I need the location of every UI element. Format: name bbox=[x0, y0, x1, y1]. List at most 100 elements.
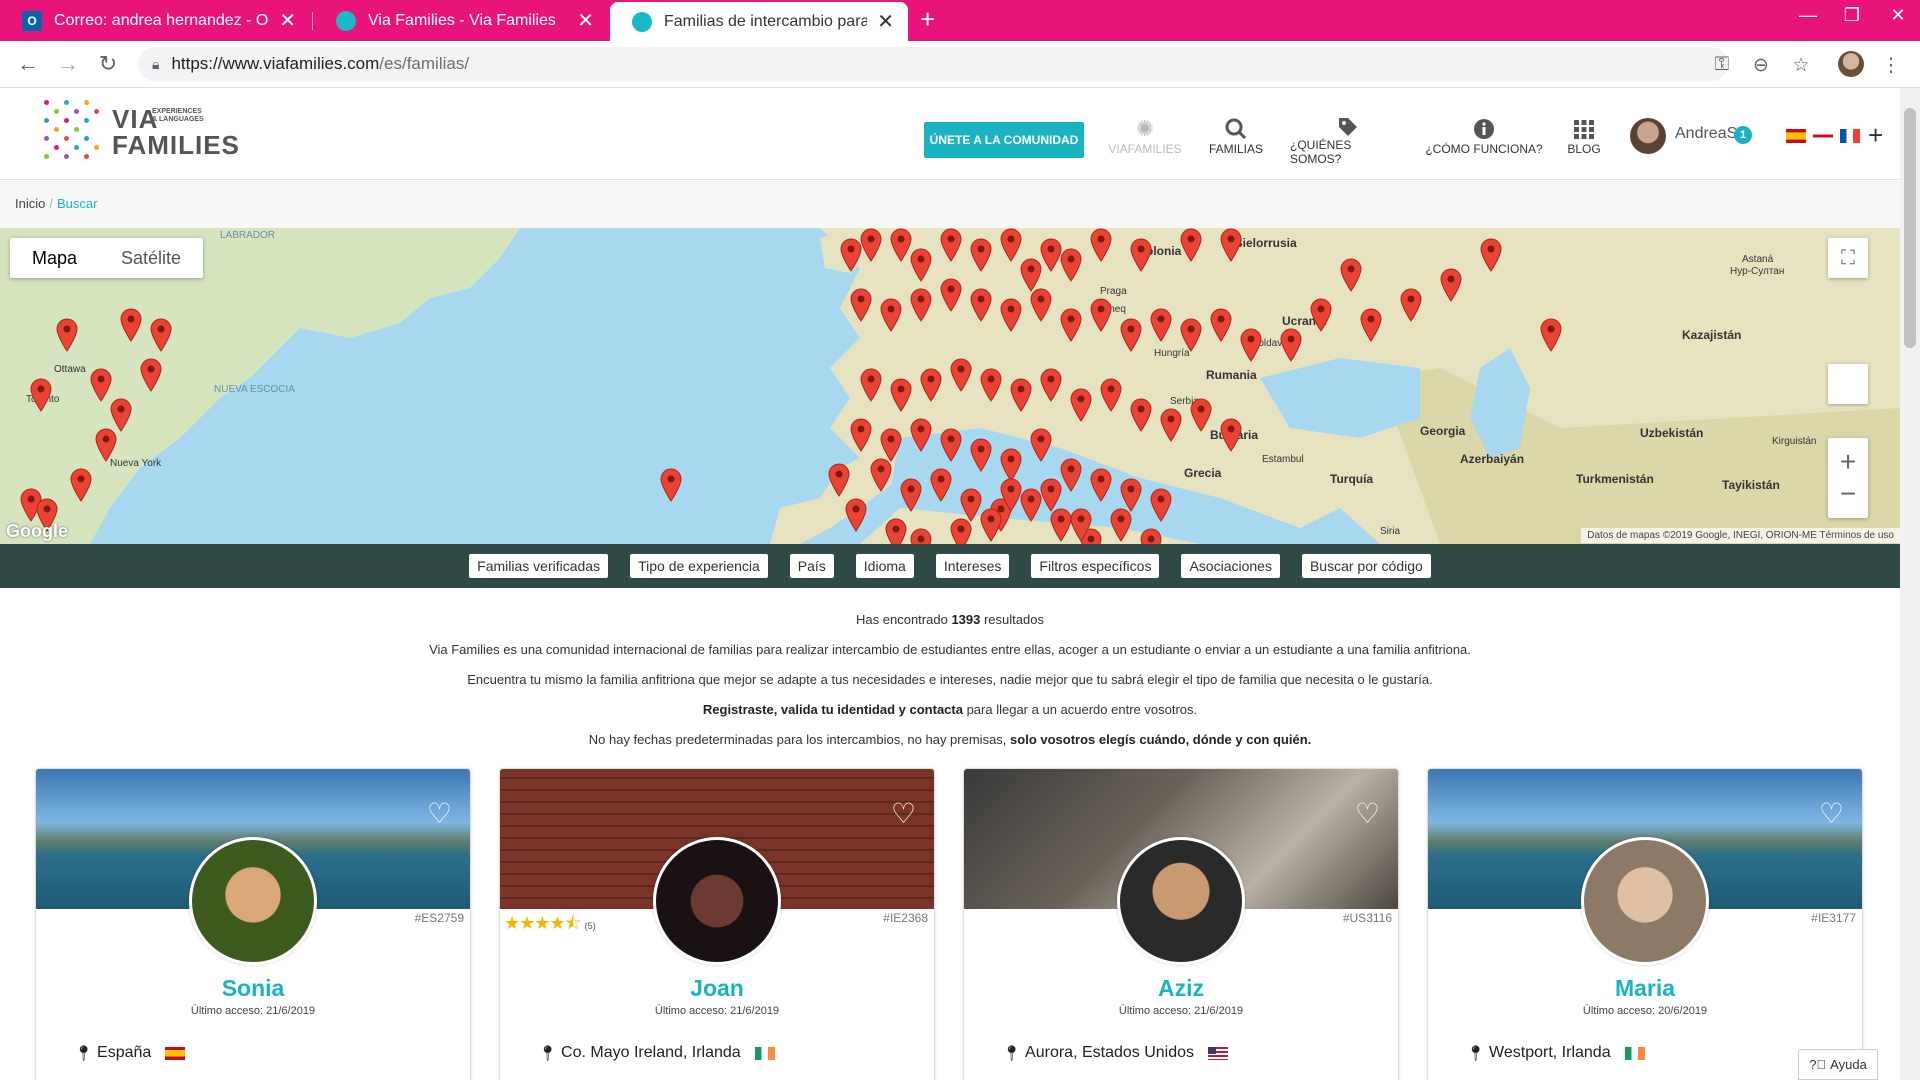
map-pin-icon[interactable] bbox=[1050, 508, 1072, 542]
notification-badge[interactable]: 1 bbox=[1734, 126, 1752, 144]
family-name[interactable]: Sonia bbox=[36, 975, 470, 1002]
family-name[interactable]: Maria bbox=[1428, 975, 1862, 1002]
family-avatar[interactable] bbox=[1117, 837, 1245, 965]
window-close-icon[interactable]: ✕ bbox=[1876, 0, 1920, 30]
map-pin-icon[interactable] bbox=[860, 368, 882, 402]
map-pin-icon[interactable] bbox=[1210, 308, 1232, 342]
map-pin-icon[interactable] bbox=[910, 248, 932, 282]
map-pin-icon[interactable] bbox=[1150, 308, 1172, 342]
map-pin-icon[interactable] bbox=[140, 358, 162, 392]
map-pin-icon[interactable] bbox=[1000, 228, 1022, 262]
map-pin-icon[interactable] bbox=[30, 378, 52, 412]
map-pin-icon[interactable] bbox=[930, 468, 952, 502]
map-pin-icon[interactable] bbox=[1140, 528, 1162, 544]
map-pin-icon[interactable] bbox=[910, 528, 932, 544]
join-community-button[interactable]: ÚNETE A LA COMUNIDAD bbox=[924, 122, 1084, 158]
filter-country-button[interactable]: País bbox=[789, 554, 834, 578]
map-pin-icon[interactable] bbox=[1120, 318, 1142, 352]
map-pin-icon[interactable] bbox=[850, 418, 872, 452]
map-pin-icon[interactable] bbox=[980, 368, 1002, 402]
map-pin-icon[interactable] bbox=[980, 508, 1002, 542]
url-field[interactable]: 🔒︎ https://www.viafamilies.com/es/famili… bbox=[138, 47, 1728, 81]
map-pin-icon[interactable] bbox=[1150, 488, 1172, 522]
map-pin-icon[interactable] bbox=[660, 468, 682, 502]
filter-specific-button[interactable]: Filtros específicos bbox=[1031, 554, 1160, 578]
map-pin-icon[interactable] bbox=[880, 298, 902, 332]
flag-france-icon[interactable] bbox=[1840, 129, 1860, 143]
map-pin-icon[interactable] bbox=[1090, 298, 1112, 332]
nav-blog[interactable]: BLOG bbox=[1560, 116, 1608, 166]
heart-icon[interactable]: ♡ bbox=[427, 797, 452, 830]
map-pin-icon[interactable] bbox=[1540, 318, 1562, 352]
nav-como-funciona[interactable]: ¿CÓMO FUNCIONA? bbox=[1422, 116, 1546, 166]
map-pin-icon[interactable] bbox=[940, 228, 962, 262]
flag-spain-icon[interactable] bbox=[1786, 129, 1806, 143]
heart-icon[interactable]: ♡ bbox=[1355, 797, 1380, 830]
family-card[interactable]: ♡ #IE3177 Maria Último acceso: 20/6/2019… bbox=[1427, 768, 1863, 1080]
map-pin-icon[interactable] bbox=[960, 488, 982, 522]
map-pin-icon[interactable] bbox=[1240, 328, 1262, 362]
map-pin-icon[interactable] bbox=[1070, 508, 1092, 542]
family-name[interactable]: Joan bbox=[500, 975, 934, 1002]
zoom-icon[interactable]: ⊖ bbox=[1746, 50, 1776, 80]
map-pin-icon[interactable] bbox=[1000, 448, 1022, 482]
browser-tab-outlook[interactable]: O Correo: andrea hernandez - Outl ✕ bbox=[0, 0, 310, 41]
google-logo[interactable]: Google bbox=[6, 521, 68, 542]
forward-icon[interactable]: → bbox=[52, 48, 84, 80]
map-pin-icon[interactable] bbox=[1480, 238, 1502, 272]
map-pin-icon[interactable] bbox=[90, 368, 112, 402]
reload-icon[interactable]: ↻ bbox=[92, 48, 124, 80]
heart-icon[interactable]: ♡ bbox=[891, 797, 916, 830]
map-pin-icon[interactable] bbox=[845, 498, 867, 532]
map-pin-icon[interactable] bbox=[970, 438, 992, 472]
map-pin-icon[interactable] bbox=[1090, 228, 1112, 262]
close-icon[interactable]: ✕ bbox=[877, 9, 894, 34]
scrollbar-thumb[interactable] bbox=[1904, 108, 1916, 348]
map-pin-icon[interactable] bbox=[1360, 308, 1382, 342]
map-pin-icon[interactable] bbox=[900, 478, 922, 512]
map-pin-icon[interactable] bbox=[1120, 478, 1142, 512]
map-pin-icon[interactable] bbox=[1040, 368, 1062, 402]
map-type-satellite-button[interactable]: Satélite bbox=[99, 238, 203, 278]
close-icon[interactable]: ✕ bbox=[279, 8, 296, 33]
map-pin-icon[interactable] bbox=[1100, 378, 1122, 412]
map-pin-icon[interactable] bbox=[1220, 228, 1242, 262]
minimize-icon[interactable]: — bbox=[1786, 0, 1830, 30]
map-pin-icon[interactable] bbox=[1070, 388, 1092, 422]
map-pin-icon[interactable] bbox=[970, 288, 992, 322]
close-icon[interactable]: ✕ bbox=[577, 8, 594, 33]
map-pin-icon[interactable] bbox=[940, 428, 962, 462]
browser-tab-active[interactable]: Familias de intercambio para estu ✕ bbox=[610, 2, 908, 41]
map-pin-icon[interactable] bbox=[1030, 428, 1052, 462]
filter-associations-button[interactable]: Asociaciones bbox=[1181, 554, 1280, 578]
map-pin-icon[interactable] bbox=[1040, 478, 1062, 512]
map-type-map-button[interactable]: Mapa bbox=[10, 238, 99, 278]
logo-text-families[interactable]: FAMILIES bbox=[112, 132, 240, 158]
user-name[interactable]: AndreaS bbox=[1675, 125, 1737, 143]
map-pin-icon[interactable] bbox=[940, 278, 962, 312]
families-map[interactable]: LABRADOR Ottawa Toronto Nueva York NUEVA… bbox=[0, 228, 1900, 544]
new-tab-icon[interactable]: + bbox=[920, 4, 935, 35]
family-avatar[interactable] bbox=[1581, 837, 1709, 965]
map-pin-icon[interactable] bbox=[1110, 508, 1132, 542]
family-avatar[interactable] bbox=[189, 837, 317, 965]
map-pin-icon[interactable] bbox=[1060, 458, 1082, 492]
map-pin-icon[interactable] bbox=[910, 288, 932, 322]
map-pin-icon[interactable] bbox=[1180, 228, 1202, 262]
map-pin-icon[interactable] bbox=[828, 463, 850, 497]
map-pin-icon[interactable] bbox=[1030, 288, 1052, 322]
map-pin-icon[interactable] bbox=[1280, 328, 1302, 362]
more-languages-plus-icon[interactable]: + bbox=[1868, 120, 1883, 151]
key-icon[interactable]: ⚿ bbox=[1707, 50, 1737, 80]
family-card[interactable]: ♡ #US3116 Aziz Último acceso: 21/6/2019 … bbox=[963, 768, 1399, 1080]
map-pin-icon[interactable] bbox=[1020, 488, 1042, 522]
map-pin-icon[interactable] bbox=[1060, 308, 1082, 342]
map-pin-icon[interactable] bbox=[1440, 268, 1462, 302]
map-pin-icon[interactable] bbox=[1010, 378, 1032, 412]
map-pin-icon[interactable] bbox=[950, 518, 972, 544]
filter-experience-type-button[interactable]: Tipo de experiencia bbox=[630, 554, 768, 578]
map-pin-icon[interactable] bbox=[110, 398, 132, 432]
map-pin-icon[interactable] bbox=[1090, 468, 1112, 502]
logo-dots-icon[interactable] bbox=[44, 100, 102, 164]
zoom-out-icon[interactable]: − bbox=[1840, 478, 1856, 510]
